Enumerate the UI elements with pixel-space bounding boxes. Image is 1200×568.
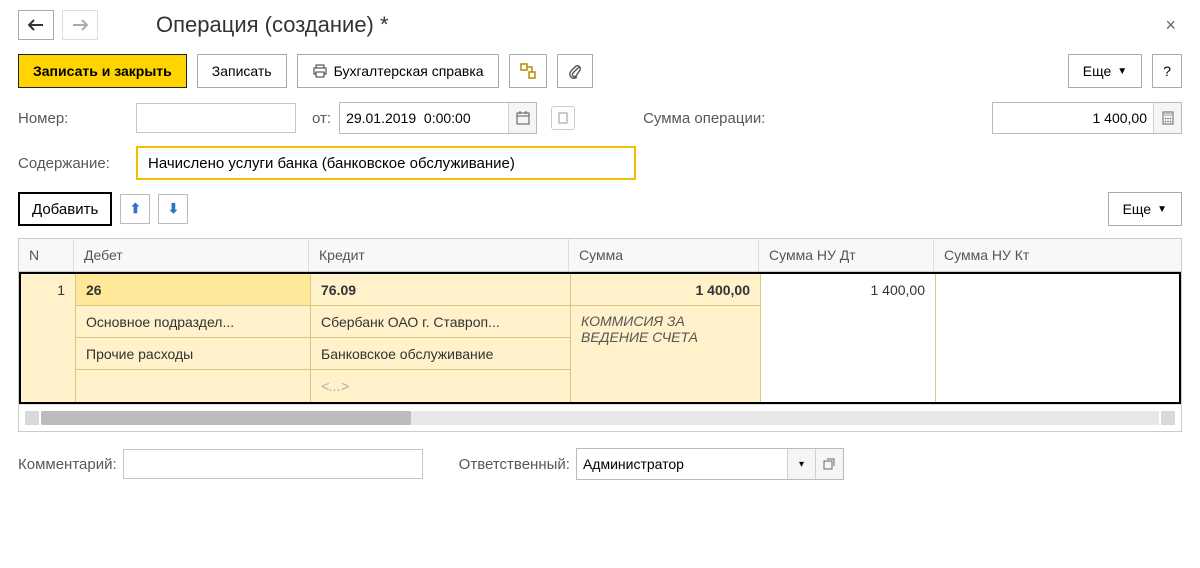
sum-input[interactable] xyxy=(993,103,1153,133)
th-sum: Сумма xyxy=(569,239,759,271)
calc-button[interactable] xyxy=(1153,103,1181,133)
credit-sub3[interactable]: <...> xyxy=(311,370,570,402)
nav-back-button[interactable] xyxy=(18,10,54,40)
link-icon xyxy=(520,63,536,79)
content-row: Содержание: xyxy=(18,146,1182,180)
scroll-thumb[interactable] xyxy=(41,411,411,425)
move-up-button[interactable]: ⬆ xyxy=(120,194,150,224)
nav-forward-button xyxy=(62,10,98,40)
chevron-down-icon: ▾ xyxy=(799,459,804,470)
cell-debit[interactable]: 26 Основное подраздел... Прочие расходы xyxy=(76,274,311,402)
entries-table: N Дебет Кредит Сумма Сумма НУ Дт Сумма Н… xyxy=(18,238,1182,432)
print-reference-button[interactable]: Бухгалтерская справка xyxy=(297,54,499,88)
close-button[interactable]: × xyxy=(1159,13,1182,38)
add-row-button[interactable]: Добавить xyxy=(18,192,112,226)
move-down-button[interactable]: ⬇ xyxy=(158,194,188,224)
credit-account[interactable]: 76.09 xyxy=(311,274,570,306)
date-label: от: xyxy=(312,110,331,127)
th-nudt: Сумма НУ Дт xyxy=(759,239,934,271)
debit-sub2[interactable]: Прочие расходы xyxy=(76,338,310,370)
table-more-button[interactable]: Еще ▼ xyxy=(1108,192,1182,226)
credit-sub2[interactable]: Банковское обслуживание xyxy=(311,338,570,370)
arrow-right-icon xyxy=(72,19,88,31)
attach-button[interactable] xyxy=(557,54,593,88)
sum-label: Сумма операции: xyxy=(643,110,765,127)
date-input-group xyxy=(339,102,537,134)
sum-value[interactable]: 1 400,00 xyxy=(571,274,760,306)
responsible-dropdown-button[interactable]: ▾ xyxy=(787,449,815,479)
horizontal-scrollbar[interactable] xyxy=(19,404,1181,431)
th-nukt: Сумма НУ Кт xyxy=(934,239,1181,271)
number-label: Номер: xyxy=(18,110,128,127)
scroll-track[interactable] xyxy=(41,411,1159,425)
arrow-left-icon xyxy=(28,19,44,31)
comment-label: Комментарий: xyxy=(18,456,117,473)
sum-input-group xyxy=(992,102,1182,134)
main-toolbar: Записать и закрыть Записать Бухгалтерска… xyxy=(18,54,1182,88)
sum-description[interactable]: КОММИСИЯ ЗА ВЕДЕНИЕ СЧЕТА xyxy=(571,306,760,370)
link-button[interactable] xyxy=(509,54,547,88)
paperclip-icon xyxy=(568,63,582,79)
responsible-label: Ответственный: xyxy=(459,456,570,473)
scroll-left-icon[interactable] xyxy=(25,411,39,425)
arrow-up-icon: ⬆ xyxy=(130,201,141,217)
comment-input[interactable] xyxy=(123,449,423,479)
debit-account[interactable]: 26 xyxy=(76,274,310,306)
chevron-down-icon: ▼ xyxy=(1117,66,1127,77)
printer-icon xyxy=(312,64,328,78)
calendar-icon xyxy=(516,111,530,125)
number-date-row: Номер: от: Сумма операции: xyxy=(18,102,1182,134)
more-label: Еще xyxy=(1083,63,1112,79)
date-input[interactable] xyxy=(340,103,508,133)
table-row[interactable]: 1 26 Основное подраздел... Прочие расход… xyxy=(19,272,1181,404)
more-button[interactable]: Еще ▼ xyxy=(1068,54,1142,88)
arrow-down-icon: ⬇ xyxy=(168,201,179,217)
responsible-input-group: ▾ xyxy=(576,448,844,480)
cell-credit[interactable]: 76.09 Сбербанк ОАО г. Ставроп... Банковс… xyxy=(311,274,571,402)
date-picker-button[interactable] xyxy=(508,103,536,133)
print-reference-label: Бухгалтерская справка xyxy=(334,63,484,79)
row-number: 1 xyxy=(21,274,75,306)
chevron-down-icon: ▼ xyxy=(1157,204,1167,215)
table-header: N Дебет Кредит Сумма Сумма НУ Дт Сумма Н… xyxy=(19,239,1181,272)
responsible-open-button[interactable] xyxy=(815,449,843,479)
table-more-label: Еще xyxy=(1123,201,1152,217)
page-title: Операция (создание) * xyxy=(156,12,389,38)
th-n: N xyxy=(19,239,74,271)
nudt-value[interactable]: 1 400,00 xyxy=(761,274,935,306)
calculator-icon xyxy=(1162,111,1174,125)
help-button[interactable]: ? xyxy=(1152,54,1182,88)
credit-sub1[interactable]: Сбербанк ОАО г. Ставроп... xyxy=(311,306,570,338)
th-credit: Кредит xyxy=(309,239,569,271)
cell-nudt[interactable]: 1 400,00 xyxy=(761,274,936,402)
content-input[interactable] xyxy=(136,146,636,180)
content-label: Содержание: xyxy=(18,155,128,172)
cell-n: 1 xyxy=(21,274,76,402)
doc-mini-button[interactable] xyxy=(551,106,575,130)
debit-sub1[interactable]: Основное подраздел... xyxy=(76,306,310,338)
footer-row: Комментарий: Ответственный: ▾ xyxy=(18,448,1182,480)
nukt-value[interactable] xyxy=(936,274,1179,306)
save-button[interactable]: Записать xyxy=(197,54,287,88)
open-icon xyxy=(823,458,835,470)
document-icon xyxy=(558,112,568,124)
debit-sub3[interactable] xyxy=(76,370,310,402)
responsible-input[interactable] xyxy=(577,449,787,479)
number-input[interactable] xyxy=(136,103,296,133)
cell-nukt[interactable] xyxy=(936,274,1179,402)
save-close-button[interactable]: Записать и закрыть xyxy=(18,54,187,88)
table-toolbar: Добавить ⬆ ⬇ Еще ▼ xyxy=(18,192,1182,226)
cell-sum[interactable]: 1 400,00 КОММИСИЯ ЗА ВЕДЕНИЕ СЧЕТА xyxy=(571,274,761,402)
th-debit: Дебет xyxy=(74,239,309,271)
title-bar: Операция (создание) * × xyxy=(18,10,1182,40)
scroll-right-icon[interactable] xyxy=(1161,411,1175,425)
